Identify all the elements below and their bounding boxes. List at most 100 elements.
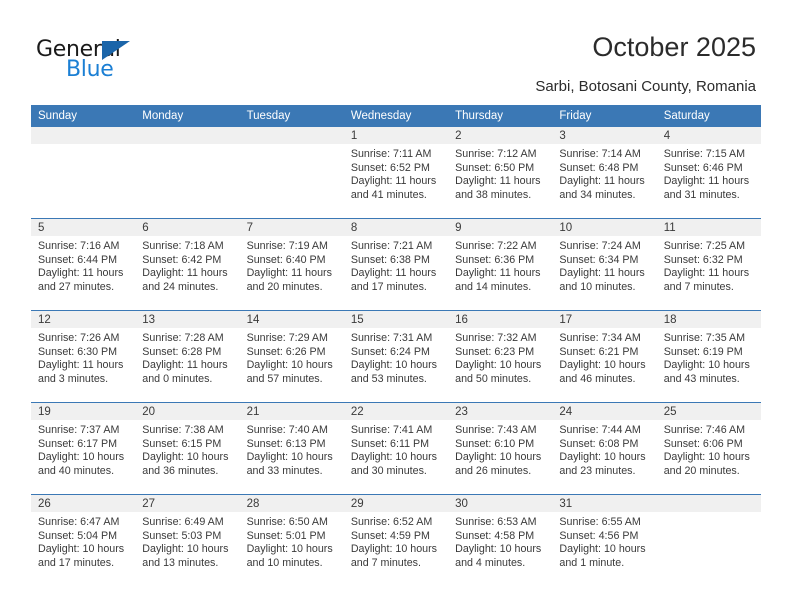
- sunset-text: Sunset: 6:36 PM: [455, 253, 535, 266]
- daylight-text: Daylight: 10 hours and 1 minute.: [559, 543, 646, 569]
- calendar-body: 1 Sunrise: 7:11 AM Sunset: 6:52 PM Daylight…: [31, 127, 761, 586]
- sunset-text: Sunset: 6:28 PM: [142, 345, 222, 358]
- calendar-day-cell: 29 Sunrise: 6:52 AM Sunset: 4:59 PM Dayligh…: [343, 495, 449, 586]
- calendar-cell[interactable]: 22 Sunrise: 7:41 AM Sunset: 6:11 PM Dayligh…: [343, 402, 449, 495]
- calendar-cell[interactable]: 5 Sunrise: 7:16 AM Sunset: 6:44 PM Daylight…: [31, 218, 136, 311]
- calendar-cell[interactable]: 24 Sunrise: 7:44 AM Sunset: 6:08 PM Dayligh…: [552, 402, 657, 495]
- day-sun-info: Sunrise: 6:55 AM Sunset: 4:56 PM Daylight:…: [552, 512, 656, 570]
- calendar-day-cell: 2 Sunrise: 7:12 AM Sunset: 6:50 PM Daylight…: [448, 127, 553, 218]
- calendar-cell[interactable]: 19 Sunrise: 7:37 AM Sunset: 6:17 PM Dayligh…: [31, 402, 136, 495]
- day-number: 2: [448, 127, 553, 144]
- calendar-cell-empty: [239, 127, 344, 218]
- calendar-week-row: 5 Sunrise: 7:16 AM Sunset: 6:44 PM Daylight…: [31, 218, 761, 311]
- sunset-text: Sunset: 5:04 PM: [38, 529, 118, 542]
- day-sun-info: Sunrise: 7:40 AM Sunset: 6:13 PM Daylight:…: [240, 420, 344, 478]
- day-sun-info: Sunrise: 7:34 AM Sunset: 6:21 PM Daylight:…: [552, 328, 656, 386]
- day-number: 26: [31, 495, 136, 512]
- daylight-text: Daylight: 10 hours and 33 minutes.: [246, 451, 333, 477]
- sunrise-text: Sunrise: 7:24 AM: [559, 240, 641, 252]
- calendar-cell[interactable]: 15 Sunrise: 7:31 AM Sunset: 6:24 PM Dayligh…: [343, 310, 449, 403]
- calendar-cell[interactable]: 2 Sunrise: 7:12 AM Sunset: 6:50 PM Daylight…: [448, 127, 553, 219]
- sunrise-text: Sunrise: 7:28 AM: [142, 332, 224, 344]
- sunset-text: Sunset: 6:32 PM: [663, 253, 743, 266]
- daylight-text: Daylight: 11 hours and 10 minutes.: [559, 267, 645, 293]
- calendar-cell[interactable]: 25 Sunrise: 7:46 AM Sunset: 6:06 PM Dayligh…: [656, 402, 761, 495]
- sunrise-text: Sunrise: 7:11 AM: [350, 148, 432, 160]
- calendar-cell[interactable]: 3 Sunrise: 7:14 AM Sunset: 6:48 PM Daylight…: [552, 127, 657, 219]
- day-number: 18: [656, 311, 761, 328]
- daylight-text: Daylight: 10 hours and 23 minutes.: [559, 451, 646, 477]
- calendar-cell[interactable]: 30 Sunrise: 6:53 AM Sunset: 4:58 PM Dayligh…: [448, 494, 553, 586]
- calendar-cell[interactable]: 12 Sunrise: 7:26 AM Sunset: 6:30 PM Dayligh…: [31, 310, 136, 403]
- daylight-text: Daylight: 11 hours and 41 minutes.: [350, 175, 437, 201]
- calendar-cell[interactable]: 20 Sunrise: 7:38 AM Sunset: 6:15 PM Dayligh…: [135, 402, 240, 495]
- day-sun-info: Sunrise: 7:38 AM Sunset: 6:15 PM Daylight:…: [135, 420, 239, 478]
- calendar-day-cell: 28 Sunrise: 6:50 AM Sunset: 5:01 PM Dayligh…: [239, 495, 344, 586]
- calendar-cell[interactable]: 11 Sunrise: 7:25 AM Sunset: 6:32 PM Dayligh…: [656, 218, 761, 311]
- calendar-cell[interactable]: 27 Sunrise: 6:49 AM Sunset: 5:03 PM Dayligh…: [135, 494, 240, 586]
- calendar-day-cell: 23 Sunrise: 7:43 AM Sunset: 6:10 PM Dayligh…: [448, 403, 553, 494]
- day-sun-info: Sunrise: 7:24 AM Sunset: 6:34 PM Daylight:…: [552, 236, 656, 294]
- calendar-day-cell: 1 Sunrise: 7:11 AM Sunset: 6:52 PM Daylight…: [343, 127, 449, 218]
- calendar-cell[interactable]: 4 Sunrise: 7:15 AM Sunset: 6:46 PM Daylight…: [656, 127, 761, 219]
- day-number: 16: [448, 311, 553, 328]
- calendar-cell[interactable]: 23 Sunrise: 7:43 AM Sunset: 6:10 PM Dayligh…: [448, 402, 553, 495]
- day-sun-info: Sunrise: 7:12 AM Sunset: 6:50 PM Daylight:…: [448, 144, 552, 202]
- sunrise-text: Sunrise: 7:25 AM: [663, 240, 746, 252]
- calendar-cell[interactable]: 31 Sunrise: 6:55 AM Sunset: 4:56 PM Dayligh…: [552, 494, 657, 586]
- calendar-cell[interactable]: 9 Sunrise: 7:22 AM Sunset: 6:36 PM Daylight…: [448, 218, 553, 311]
- calendar-cell[interactable]: 26 Sunrise: 6:47 AM Sunset: 5:04 PM Dayligh…: [31, 494, 136, 586]
- calendar-cell[interactable]: 18 Sunrise: 7:35 AM Sunset: 6:19 PM Dayligh…: [656, 310, 761, 403]
- calendar-cell-empty: [656, 495, 761, 586]
- sunrise-text: Sunrise: 7:44 AM: [559, 424, 641, 436]
- daylight-text: Daylight: 11 hours and 7 minutes.: [663, 267, 750, 293]
- day-sun-info: Sunrise: 6:53 AM Sunset: 4:58 PM Daylight:…: [448, 512, 552, 570]
- day-number: 31: [552, 495, 657, 512]
- calendar-cell[interactable]: 7 Sunrise: 7:19 AM Sunset: 6:40 PM Daylight…: [239, 218, 344, 311]
- sunrise-text: Sunrise: 7:40 AM: [246, 424, 328, 436]
- calendar-cell: [656, 494, 761, 586]
- calendar-cell[interactable]: 6 Sunrise: 7:18 AM Sunset: 6:42 PM Daylight…: [135, 218, 240, 311]
- day-number: 3: [552, 127, 657, 144]
- calendar-week-row: 12 Sunrise: 7:26 AM Sunset: 6:30 PM Dayligh…: [31, 310, 761, 403]
- daylight-text: Daylight: 10 hours and 43 minutes.: [663, 359, 750, 385]
- calendar-cell[interactable]: 29 Sunrise: 6:52 AM Sunset: 4:59 PM Dayligh…: [343, 494, 449, 586]
- calendar-cell[interactable]: 8 Sunrise: 7:21 AM Sunset: 6:38 PM Daylight…: [343, 218, 449, 311]
- calendar-day-cell: 17 Sunrise: 7:34 AM Sunset: 6:21 PM Dayligh…: [552, 311, 657, 402]
- calendar-day-cell: 8 Sunrise: 7:21 AM Sunset: 6:38 PM Daylight…: [343, 219, 449, 310]
- calendar-day-cell: 20 Sunrise: 7:38 AM Sunset: 6:15 PM Dayligh…: [135, 403, 240, 494]
- calendar-cell[interactable]: 21 Sunrise: 7:40 AM Sunset: 6:13 PM Dayligh…: [239, 402, 344, 495]
- sunset-text: Sunset: 6:52 PM: [350, 161, 430, 174]
- daylight-text: Daylight: 10 hours and 4 minutes.: [455, 543, 542, 569]
- calendar-day-cell: 5 Sunrise: 7:16 AM Sunset: 6:44 PM Daylight…: [31, 219, 136, 310]
- sunrise-text: Sunrise: 7:35 AM: [663, 332, 746, 344]
- day-number: 12: [31, 311, 136, 328]
- calendar-cell[interactable]: 10 Sunrise: 7:24 AM Sunset: 6:34 PM Dayligh…: [552, 218, 657, 311]
- daylight-text: Daylight: 10 hours and 26 minutes.: [455, 451, 542, 477]
- calendar-cell[interactable]: 13 Sunrise: 7:28 AM Sunset: 6:28 PM Dayligh…: [135, 310, 240, 403]
- calendar-day-cell: 15 Sunrise: 7:31 AM Sunset: 6:24 PM Dayligh…: [343, 311, 449, 402]
- calendar-day-cell: 27 Sunrise: 6:49 AM Sunset: 5:03 PM Dayligh…: [135, 495, 240, 586]
- calendar-cell[interactable]: 17 Sunrise: 7:34 AM Sunset: 6:21 PM Dayligh…: [552, 310, 657, 403]
- day-sun-info: Sunrise: 7:29 AM Sunset: 6:26 PM Daylight:…: [240, 328, 344, 386]
- sunrise-text: Sunrise: 7:34 AM: [559, 332, 641, 344]
- calendar-day-cell: 19 Sunrise: 7:37 AM Sunset: 6:17 PM Dayligh…: [31, 403, 136, 494]
- sunset-text: Sunset: 6:40 PM: [246, 253, 326, 266]
- day-number: 1: [343, 127, 449, 144]
- day-sun-info: Sunrise: 7:26 AM Sunset: 6:30 PM Daylight:…: [31, 328, 135, 386]
- sunrise-text: Sunrise: 6:52 AM: [350, 516, 433, 528]
- day-number: 21: [239, 403, 344, 420]
- sunset-text: Sunset: 4:56 PM: [559, 529, 639, 542]
- sunset-text: Sunset: 6:17 PM: [38, 437, 118, 450]
- sunrise-text: Sunrise: 7:21 AM: [350, 240, 433, 252]
- calendar-cell[interactable]: 28 Sunrise: 6:50 AM Sunset: 5:01 PM Dayligh…: [239, 494, 344, 586]
- calendar-day-cell: 10 Sunrise: 7:24 AM Sunset: 6:34 PM Dayligh…: [552, 219, 657, 310]
- calendar-cell: [135, 127, 240, 219]
- sunset-text: Sunset: 5:03 PM: [142, 529, 222, 542]
- calendar-cell[interactable]: 16 Sunrise: 7:32 AM Sunset: 6:23 PM Dayligh…: [448, 310, 553, 403]
- calendar-cell[interactable]: 1 Sunrise: 7:11 AM Sunset: 6:52 PM Daylight…: [343, 127, 449, 219]
- calendar-week-row: 26 Sunrise: 6:47 AM Sunset: 5:04 PM Dayligh…: [31, 494, 761, 586]
- calendar-day-cell: 18 Sunrise: 7:35 AM Sunset: 6:19 PM Dayligh…: [656, 311, 761, 402]
- sunrise-text: Sunrise: 6:49 AM: [142, 516, 224, 528]
- calendar-cell[interactable]: 14 Sunrise: 7:29 AM Sunset: 6:26 PM Dayligh…: [239, 310, 344, 403]
